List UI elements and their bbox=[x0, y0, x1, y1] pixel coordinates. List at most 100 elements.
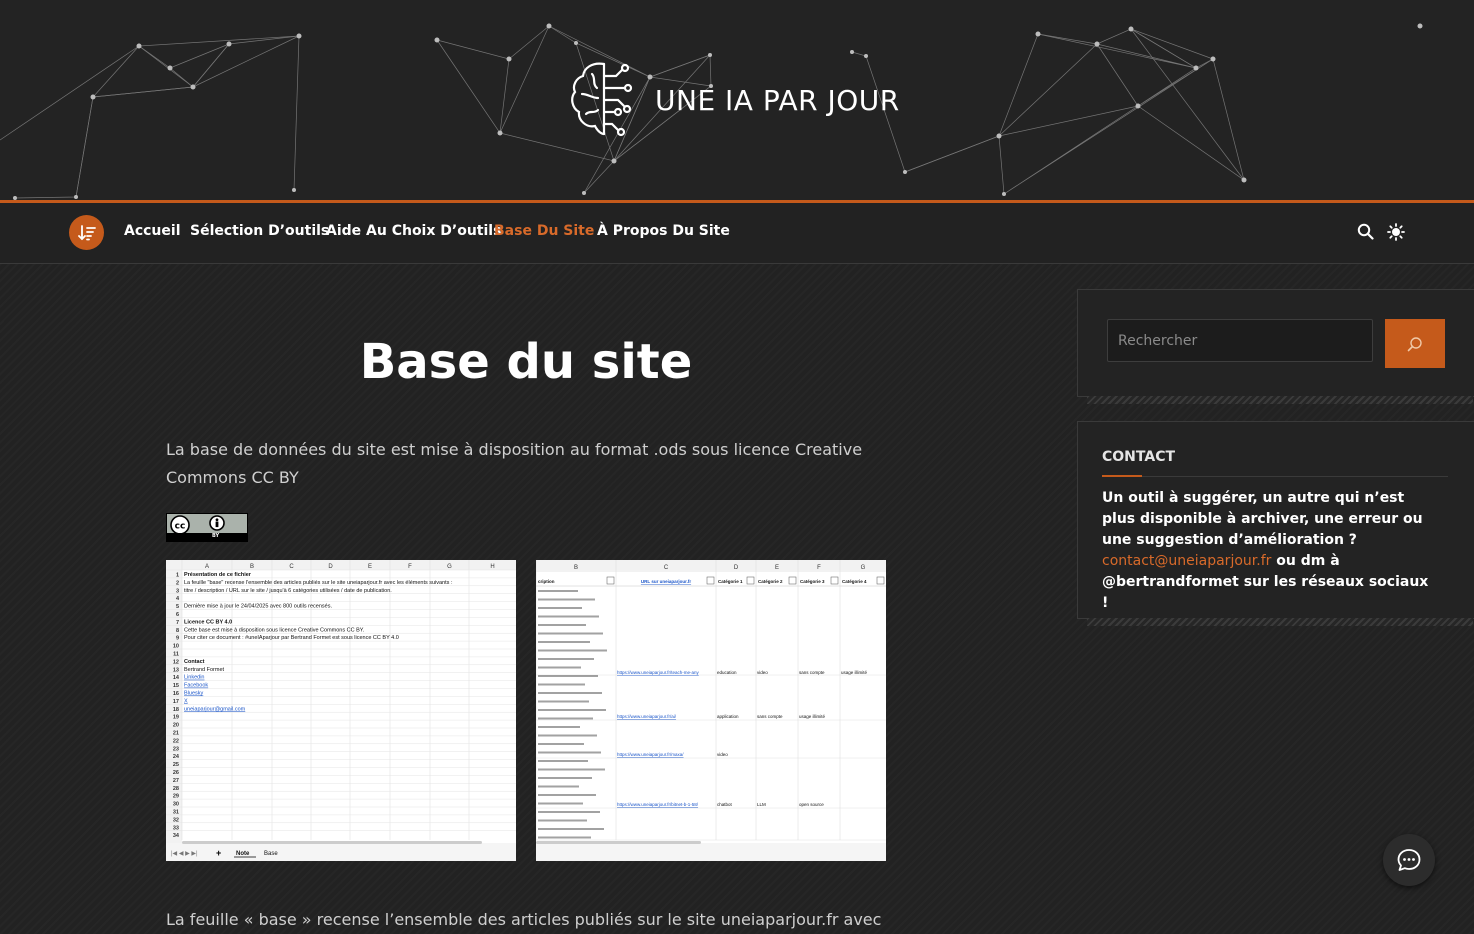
description-text-line bbox=[538, 598, 595, 601]
brain-logo-icon bbox=[571, 62, 633, 137]
contact-title: CONTACT bbox=[1102, 449, 1176, 465]
site-logo[interactable] bbox=[568, 58, 640, 138]
filter-dropdown bbox=[746, 576, 755, 585]
row-number: 3 bbox=[176, 588, 179, 594]
row-number: 8 bbox=[176, 628, 179, 634]
description-text-line bbox=[538, 777, 592, 779]
column-header-label: E bbox=[368, 564, 372, 570]
filter-dropdown bbox=[876, 576, 885, 585]
row-number: 22 bbox=[173, 738, 179, 744]
contact-divider bbox=[1102, 475, 1448, 477]
column-header-bar bbox=[536, 560, 886, 572]
column-header-label: C bbox=[289, 564, 294, 570]
sheet-cell-text: video bbox=[717, 752, 728, 757]
nav-item-base-du-site[interactable]: Base Du Site bbox=[494, 223, 594, 239]
column-header-label: D bbox=[328, 564, 333, 570]
row-number: 9 bbox=[176, 636, 179, 642]
sheet-cell-text: usage illimité bbox=[799, 714, 826, 719]
sheet-base-grid: B C D E F Gcription URL sur uneiaparjour.fr Cat… bbox=[536, 560, 886, 861]
sheet-cell-text: La feuille "base" recense l'ensemble des… bbox=[184, 580, 453, 586]
filter-dropdown bbox=[830, 576, 839, 585]
row-number: 2 bbox=[176, 580, 179, 586]
nav-search-button[interactable] bbox=[1357, 223, 1374, 244]
column-header-label: F bbox=[408, 564, 412, 570]
search-icon bbox=[1407, 336, 1422, 351]
description-text-line bbox=[538, 836, 591, 839]
sheet-cell-text: Licence CC BY 4.0 bbox=[184, 619, 232, 625]
nav-item-a-propos[interactable]: À Propos Du Site bbox=[597, 223, 730, 239]
row-number: 20 bbox=[173, 723, 179, 729]
row-number: 17 bbox=[173, 699, 179, 705]
contact-email-link[interactable]: contact@uneiaparjour.fr bbox=[1102, 553, 1271, 569]
column-header-bar bbox=[166, 560, 516, 570]
sheet-note-grid: A B C D E F G H12345678910111213141516171819202… bbox=[166, 560, 516, 861]
sheet-header-cell: cription bbox=[538, 579, 555, 584]
cc-by-license-badge[interactable]: cc BY bbox=[166, 513, 248, 542]
row-number: 26 bbox=[173, 770, 179, 776]
nav-item-accueil[interactable]: Accueil bbox=[124, 223, 181, 239]
row-number: 15 bbox=[173, 683, 179, 689]
site-title[interactable]: UNE IA PAR JOUR bbox=[655, 84, 900, 117]
row-number: 1 bbox=[176, 573, 179, 579]
row-number: 12 bbox=[173, 659, 179, 665]
theme-toggle-button[interactable] bbox=[1387, 223, 1405, 245]
menu-toggle-button[interactable] bbox=[69, 215, 104, 250]
description-text-line bbox=[538, 649, 607, 652]
sheet-cell-text: https://www.uneiaparjour.fr/teach-me-any bbox=[617, 670, 700, 675]
row-number: 29 bbox=[173, 794, 179, 800]
description-text-line bbox=[538, 819, 587, 822]
description-text-line bbox=[538, 700, 589, 703]
filter-dropdown bbox=[706, 576, 715, 585]
column-header-label: B bbox=[574, 565, 578, 571]
sheet-cell-text: sans compte bbox=[799, 670, 825, 675]
column-header-label: F bbox=[817, 565, 821, 571]
nav-item-aide-choix[interactable]: Aide Au Choix D’outils bbox=[326, 223, 501, 239]
description-text-line bbox=[538, 768, 605, 771]
sort-menu-icon bbox=[77, 224, 96, 240]
row-number: 5 bbox=[176, 604, 179, 610]
row-number: 24 bbox=[173, 754, 180, 760]
column-header-label: A bbox=[205, 564, 209, 570]
sheet-cell-text: X bbox=[184, 698, 188, 704]
spreadsheet-base-preview[interactable]: B C D E F Gcription URL sur uneiaparjour.fr Cat… bbox=[536, 560, 886, 861]
add-sheet-button: + bbox=[216, 848, 221, 858]
row-number: 31 bbox=[173, 810, 179, 816]
sheet-cell-text: video bbox=[757, 670, 768, 675]
row-number: 13 bbox=[173, 667, 179, 673]
sheet-cell-text: https://www.uneiaparjour.fr/ai/ bbox=[617, 714, 677, 719]
sheet-cell-text: application bbox=[717, 714, 739, 719]
description-text-line bbox=[538, 607, 582, 609]
column-header-label: E bbox=[775, 565, 779, 571]
filter-dropdown bbox=[606, 576, 615, 585]
badge-by-label: BY bbox=[212, 533, 220, 539]
description-text-line bbox=[538, 828, 604, 830]
bottom-paragraph: La feuille « base » recense l’ensemble d… bbox=[166, 910, 882, 929]
description-text-line bbox=[538, 794, 596, 796]
column-header-label: G bbox=[861, 565, 866, 571]
spreadsheet-note-preview[interactable]: A B C D E F G H 1 2 3 4 5 6 7 8 9 10 11 12 13 14 15 16 17 18 19 20 2… bbox=[166, 560, 516, 861]
search-icon bbox=[1357, 223, 1374, 240]
search-input[interactable] bbox=[1107, 319, 1373, 362]
sheet-header-cell: Catégorie 3 bbox=[800, 579, 825, 584]
description-text-line bbox=[538, 615, 599, 618]
intro-paragraph: La base de données du site est mise à di… bbox=[166, 440, 863, 487]
description-text-line bbox=[538, 666, 581, 669]
main-content: Base du site La base de données du site … bbox=[0, 264, 1060, 934]
search-submit-button[interactable] bbox=[1385, 319, 1445, 368]
row-number: 7 bbox=[176, 620, 179, 626]
description-text-line bbox=[538, 811, 600, 813]
page-title: Base du site bbox=[359, 334, 693, 390]
column-header-label: G bbox=[447, 564, 452, 570]
chat-button[interactable] bbox=[1383, 834, 1435, 886]
widget-footer-stripe bbox=[1087, 396, 1473, 404]
nav-item-selection-outils[interactable]: Sélection D’outils bbox=[190, 223, 329, 239]
sheet-cell-text: Pour citer ce document : #uneIAparjour p… bbox=[184, 635, 399, 641]
sheet-header-cell: Catégorie 1 bbox=[718, 579, 743, 584]
sheet-cell-text: titre / description / URL sur le site / … bbox=[184, 588, 392, 594]
chat-icon bbox=[1397, 849, 1421, 871]
row-number: 11 bbox=[173, 652, 179, 658]
row-number: 10 bbox=[173, 644, 179, 650]
description-text-line bbox=[538, 751, 601, 754]
sheet-header-cell: Catégorie 4 bbox=[842, 579, 867, 584]
column-header-label: H bbox=[490, 564, 494, 570]
